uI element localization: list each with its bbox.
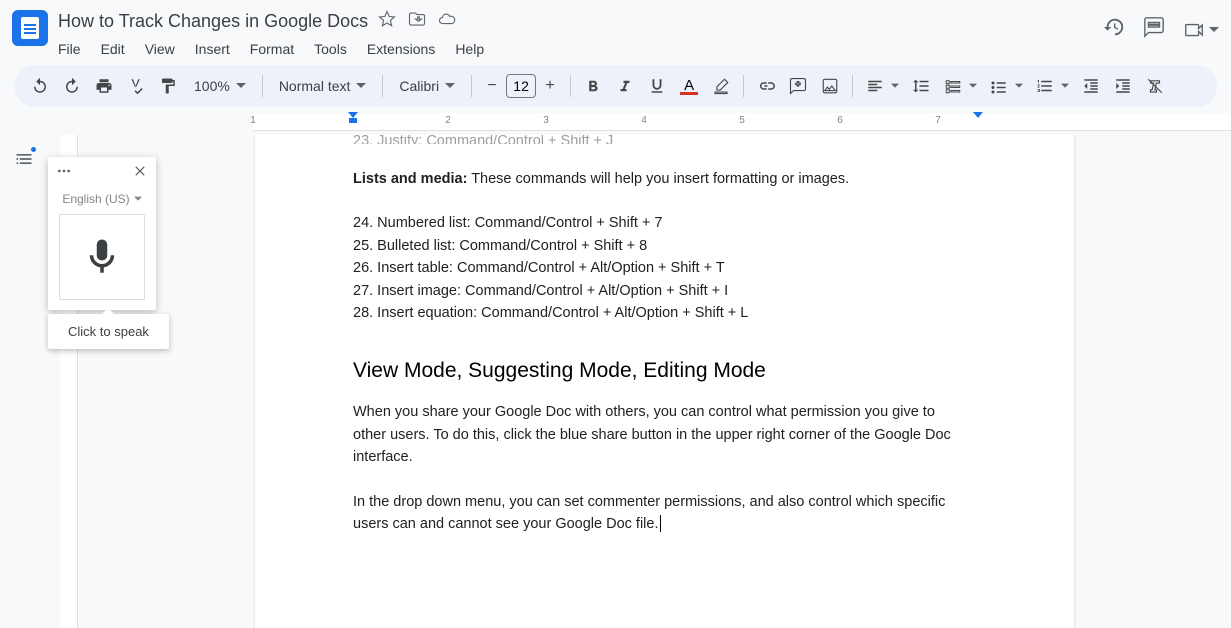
doc-text: 27. Insert image: Command/Control + Alt/… [353, 280, 976, 302]
menu-format[interactable]: Format [250, 41, 294, 57]
move-icon[interactable] [408, 10, 426, 33]
close-icon[interactable] [132, 163, 148, 184]
checklist-dropdown[interactable] [969, 77, 981, 95]
voice-tooltip: Click to speak [48, 314, 169, 349]
voice-language-select[interactable]: English (US) [48, 190, 156, 214]
doc-text: 25. Bulleted list: Command/Control + Shi… [353, 235, 976, 257]
decrease-font-button[interactable]: − [480, 74, 504, 98]
bulleted-list-button[interactable] [985, 72, 1013, 100]
numbered-list-button[interactable] [1031, 72, 1059, 100]
menu-insert[interactable]: Insert [195, 41, 230, 57]
paint-format-button[interactable] [154, 72, 182, 100]
ruler-number: 3 [543, 115, 549, 126]
checklist-button[interactable] [939, 72, 967, 100]
menu-help[interactable]: Help [455, 41, 484, 57]
menu-tools[interactable]: Tools [314, 41, 347, 57]
voice-typing-panel: English (US) [48, 157, 156, 310]
microphone-button[interactable] [59, 214, 145, 300]
ruler-number: 7 [935, 115, 941, 126]
menu-file[interactable]: File [58, 41, 81, 57]
numbered-list-dropdown[interactable] [1061, 77, 1073, 95]
doc-text: In the drop down menu, you can set comme… [353, 491, 963, 536]
insert-image-button[interactable] [816, 72, 844, 100]
doc-text: Lists and media: These commands will hel… [353, 168, 976, 190]
ruler-number: 4 [641, 115, 647, 126]
doc-text: 28. Insert equation: Command/Control + A… [353, 302, 976, 324]
undo-button[interactable] [26, 72, 54, 100]
underline-button[interactable] [643, 72, 671, 100]
font-select[interactable]: Calibri [391, 78, 463, 94]
horizontal-ruler[interactable]: 1 2 3 4 5 6 7 [253, 113, 1231, 131]
toolbar: 100% Normal text Calibri − + A [14, 65, 1217, 107]
doc-text: 23. Justify: Command/Control + Shift + J [353, 135, 976, 144]
text-color-button[interactable]: A [675, 72, 703, 100]
doc-heading: View Mode, Suggesting Mode, Editing Mode [353, 355, 976, 388]
left-indent-marker[interactable] [348, 112, 358, 123]
add-comment-button[interactable] [784, 72, 812, 100]
clear-formatting-button[interactable] [1141, 72, 1169, 100]
docs-logo[interactable] [12, 10, 48, 46]
increase-indent-button[interactable] [1109, 72, 1137, 100]
bulleted-list-dropdown[interactable] [1015, 77, 1027, 95]
ruler-number: 1 [250, 115, 256, 126]
menu-view[interactable]: View [145, 41, 175, 57]
ruler-number: 2 [445, 115, 451, 126]
ruler-number: 5 [739, 115, 745, 126]
align-button[interactable] [861, 72, 889, 100]
document-page[interactable]: 23. Justify: Command/Control + Shift + J… [255, 135, 1074, 628]
style-select[interactable]: Normal text [271, 78, 375, 94]
decrease-indent-button[interactable] [1077, 72, 1105, 100]
history-icon[interactable] [1103, 16, 1125, 43]
spellcheck-button[interactable] [122, 72, 150, 100]
align-dropdown[interactable] [891, 77, 903, 95]
print-button[interactable] [90, 72, 118, 100]
redo-button[interactable] [58, 72, 86, 100]
line-spacing-button[interactable] [907, 72, 935, 100]
doc-title[interactable]: How to Track Changes in Google Docs [58, 11, 368, 32]
doc-text: 26. Insert table: Command/Control + Alt/… [353, 257, 976, 279]
right-indent-marker[interactable] [973, 112, 983, 118]
menu-edit[interactable]: Edit [101, 41, 125, 57]
more-icon[interactable] [56, 163, 72, 184]
italic-button[interactable] [611, 72, 639, 100]
bold-button[interactable] [579, 72, 607, 100]
doc-text: When you share your Google Doc with othe… [353, 401, 963, 468]
video-call-button[interactable] [1183, 19, 1219, 41]
font-size-input[interactable] [506, 74, 536, 98]
outline-toggle-button[interactable] [8, 145, 40, 173]
doc-text: 24. Numbered list: Command/Control + Shi… [353, 212, 976, 234]
highlight-button[interactable] [707, 72, 735, 100]
ruler-number: 6 [837, 115, 843, 126]
menu-extensions[interactable]: Extensions [367, 41, 435, 57]
link-button[interactable] [752, 72, 780, 100]
text-cursor [660, 515, 661, 532]
increase-font-button[interactable]: + [538, 74, 562, 98]
zoom-select[interactable]: 100% [186, 78, 254, 94]
star-icon[interactable] [378, 10, 396, 33]
cloud-icon[interactable] [438, 10, 456, 33]
comment-icon[interactable] [1143, 16, 1165, 43]
